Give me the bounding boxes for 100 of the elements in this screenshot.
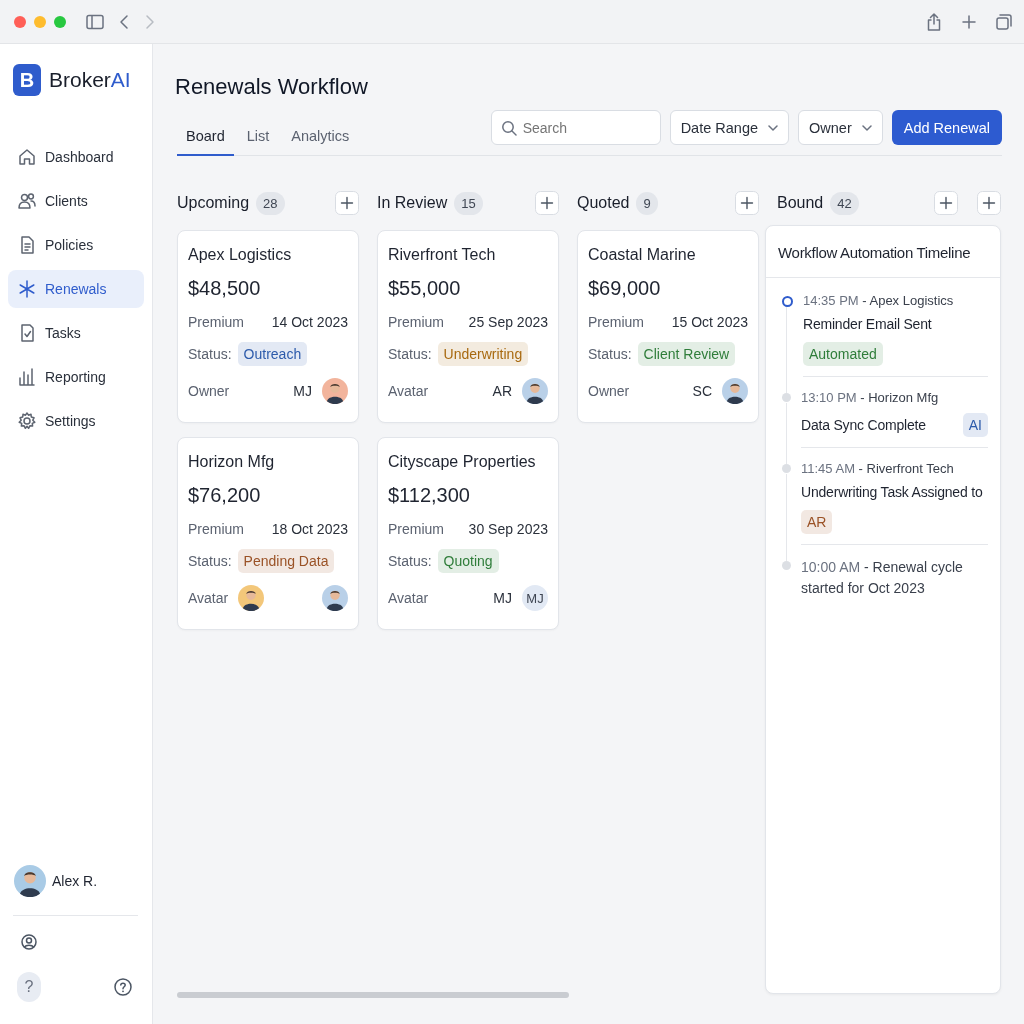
count-badge: 15 xyxy=(454,191,483,215)
client-name: Cityscape Properties xyxy=(388,453,537,471)
renewal-card[interactable]: Cityscape Properties $112,300 Premium 30 Sep 2023 Status: Quoting Avatar MJ MJ xyxy=(377,437,559,630)
sidebar-item[interactable]: Clients xyxy=(8,182,144,220)
add-renewal-button[interactable]: Add Renewal xyxy=(891,110,1002,145)
owner-label: Owner xyxy=(588,383,630,399)
owner-initials: AR xyxy=(492,383,512,399)
event-title: Data Sync Complete xyxy=(801,417,926,433)
sidebar-item[interactable]: Renewals xyxy=(8,270,144,308)
new-tab-icon[interactable] xyxy=(962,14,976,29)
logo-badge: B xyxy=(13,64,41,96)
event-tag: Automated xyxy=(803,342,883,366)
premium-label: Premium xyxy=(188,521,244,537)
premium-amount: $69,000 xyxy=(588,277,662,300)
user-avatar xyxy=(14,865,46,897)
help-icon[interactable] xyxy=(114,978,132,996)
premium-label: Premium xyxy=(188,314,244,330)
bar-chart-icon xyxy=(17,367,37,387)
initials-avatar: MJ xyxy=(522,585,548,611)
tabs-overview-icon[interactable] xyxy=(996,13,1012,30)
event-title: Underwriting Task Assigned to xyxy=(801,484,983,500)
client-name: Riverfront Tech xyxy=(388,246,497,264)
renewal-card[interactable]: Riverfront Tech $55,000 Premium 25 Sep 2023 Status: Underwriting Avatar AR xyxy=(377,230,559,423)
premium-amount: $112,300 xyxy=(388,484,471,507)
chevron-down-icon xyxy=(768,124,779,131)
count-badge: 42 xyxy=(830,191,859,215)
tab[interactable]: Board xyxy=(177,122,234,156)
event-tag: AR xyxy=(801,510,833,534)
account-icon[interactable] xyxy=(21,934,37,950)
share-icon[interactable] xyxy=(926,12,942,31)
chevron-down-icon xyxy=(861,124,872,131)
count-badge: 9 xyxy=(636,191,658,215)
column-title: In Review xyxy=(377,194,448,212)
user-name: Alex R. xyxy=(52,873,98,889)
status-tag: Client Review xyxy=(637,342,736,366)
column-title: Upcoming xyxy=(177,194,250,212)
status-label: Status: xyxy=(588,346,632,362)
premium-label: Premium xyxy=(388,521,444,537)
people-icon xyxy=(17,191,37,211)
sidebar-toggle-icon[interactable] xyxy=(86,13,104,30)
event-heading: 10:00 AM - Renewal cycle started for Oct 2023 xyxy=(801,558,964,598)
timeline-title: Workflow Automation Timeline xyxy=(766,226,1000,278)
plus-icon[interactable] xyxy=(934,191,958,215)
sidebar-item[interactable]: Reporting xyxy=(8,358,144,396)
column-title: Quoted xyxy=(577,194,630,212)
client-name: Coastal Marine xyxy=(588,246,697,264)
search-icon xyxy=(500,120,517,136)
page-title: Renewals Workflow xyxy=(175,74,369,100)
plus-icon[interactable] xyxy=(535,191,559,215)
horizontal-scrollbar[interactable] xyxy=(177,992,569,998)
home-icon xyxy=(17,147,37,167)
client-name: Horizon Mfg xyxy=(188,453,276,471)
renewal-date: 15 Oct 2023 xyxy=(671,314,748,330)
event-heading: 14:35 PM - Apex Logistics xyxy=(803,292,955,310)
status-label: Status: xyxy=(188,346,232,362)
filter-dropdown[interactable]: Date Range xyxy=(669,110,790,145)
premium-label: Premium xyxy=(588,314,644,330)
renewal-date: 14 Oct 2023 xyxy=(271,314,348,330)
renewal-date: 18 Oct 2023 xyxy=(271,521,348,537)
plus-icon[interactable] xyxy=(977,191,1001,215)
filter-dropdown[interactable]: Owner xyxy=(798,110,883,145)
client-name: Apex Logistics xyxy=(188,246,293,264)
sidebar-item[interactable]: Policies xyxy=(8,226,144,264)
premium-label: Premium xyxy=(388,314,444,330)
owner-label: Owner xyxy=(188,383,230,399)
premium-amount: $76,200 xyxy=(188,484,262,507)
status-tag: Pending Data xyxy=(237,549,335,573)
status-tag: Quoting xyxy=(437,549,499,573)
status-label: Status: xyxy=(388,346,432,362)
owner-label: Avatar xyxy=(388,383,429,399)
renewal-card[interactable]: Horizon Mfg $76,200 Premium 18 Oct 2023 Status: Pending Data Avatar xyxy=(177,437,359,630)
column-title: Bound xyxy=(777,194,824,212)
event-heading: 13:10 PM - Horizon Mfg xyxy=(801,389,940,407)
plus-icon[interactable] xyxy=(335,191,359,215)
status-label: Status: xyxy=(188,553,232,569)
sidebar-item[interactable]: Settings xyxy=(8,402,144,440)
help-button[interactable]: ? xyxy=(17,972,41,1002)
plus-icon[interactable] xyxy=(735,191,759,215)
renewal-card[interactable]: Coastal Marine $69,000 Premium 15 Oct 2023 Status: Client Review Owner SC xyxy=(577,230,759,423)
window-control-icon[interactable] xyxy=(14,15,26,28)
owner-label: Avatar xyxy=(388,590,429,606)
owner-label: Avatar xyxy=(188,590,229,606)
premium-amount: $55,000 xyxy=(388,277,462,300)
sidebar-item[interactable]: Tasks xyxy=(8,314,144,352)
renewal-date: 25 Sep 2023 xyxy=(468,314,548,330)
search-field[interactable]: Search xyxy=(490,110,661,145)
event-title: Reminder Email Sent xyxy=(803,316,932,332)
renewal-card[interactable]: Apex Logistics $48,500 Premium 14 Oct 2023 Status: Outreach Owner MJ xyxy=(177,230,359,423)
event-heading: 11:45 AM - Riverfront Tech xyxy=(801,460,955,478)
settings-icon xyxy=(17,411,37,431)
tab[interactable]: List xyxy=(237,122,279,156)
status-tag: Underwriting xyxy=(437,342,529,366)
renewal-date: 30 Sep 2023 xyxy=(468,521,548,537)
back-icon[interactable] xyxy=(118,13,130,30)
tab[interactable]: Analytics xyxy=(282,122,359,156)
owner-initials: MJ xyxy=(293,383,312,399)
count-badge: 28 xyxy=(256,191,285,215)
app-name: BrokerAI xyxy=(49,68,131,92)
asterisk-icon xyxy=(17,279,37,299)
sidebar-item[interactable]: Dashboard xyxy=(8,138,144,176)
